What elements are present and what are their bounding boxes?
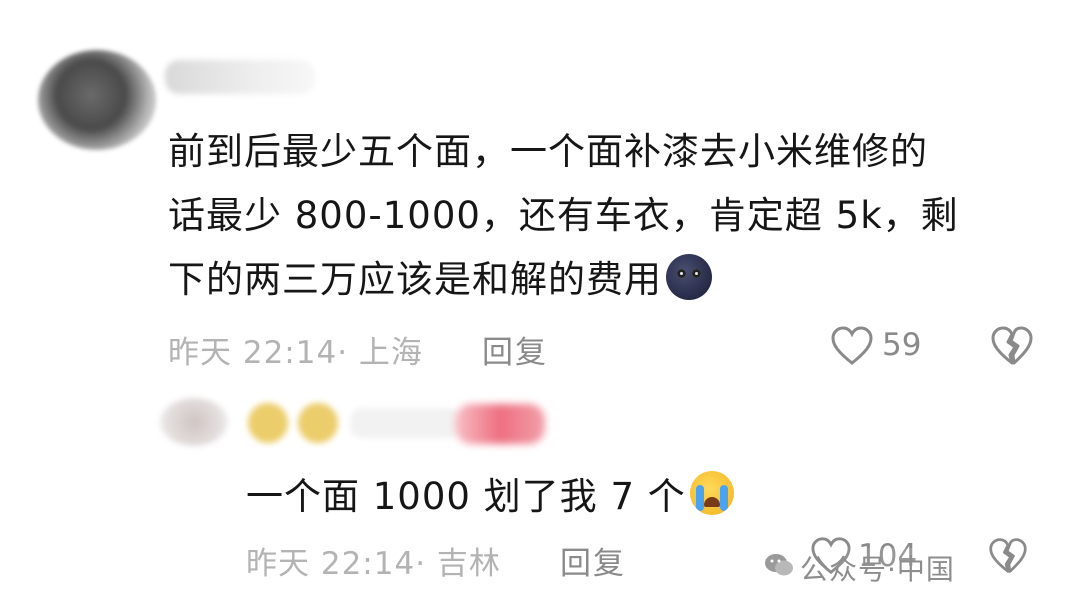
username-blurred[interactable] xyxy=(165,60,315,94)
crying-face-emoji-icon xyxy=(689,471,734,515)
comment-line-text: 下的两三万应该是和解的费用 xyxy=(168,258,662,301)
username-blurred[interactable] xyxy=(243,400,343,446)
comment-line-text: 一个面 1000 划了我 7 个 xyxy=(246,475,686,518)
comment-line: 前到后最少五个面，一个面补漆去小米维修的 xyxy=(168,130,928,173)
comment-line: 话最少 800-1000，还有车衣，肯定超 5k，剩 xyxy=(168,194,959,237)
user-avatar[interactable] xyxy=(38,50,156,150)
reply-comment-text: 一个面 1000 划了我 7 个 xyxy=(246,470,734,524)
watermark-text: 公众号·中国 xyxy=(800,548,955,588)
wechat-logo-icon xyxy=(765,554,793,576)
comment-text: 前到后最少五个面，一个面补漆去小米维修的 话最少 800-1000，还有车衣，肯… xyxy=(168,120,1028,312)
comment-timestamp-location: 昨天 22:14· 上海 xyxy=(168,335,423,371)
username-blurred xyxy=(350,408,460,438)
broken-heart-icon[interactable] xyxy=(988,536,1028,576)
reply-button[interactable]: 回复 xyxy=(560,538,626,583)
reply-user-avatar[interactable] xyxy=(160,398,228,446)
heart-icon[interactable] xyxy=(830,325,874,367)
reply-button[interactable]: 回复 xyxy=(482,327,548,372)
username-blurred xyxy=(455,404,545,444)
comment-timestamp-location: 昨天 22:14· 吉林 xyxy=(246,546,501,582)
comment-line: 下的两三万应该是和解的费用 xyxy=(168,248,1028,312)
broken-heart-icon[interactable] xyxy=(990,325,1034,367)
moon-face-emoji-icon xyxy=(666,254,712,300)
like-count: 59 xyxy=(882,327,922,363)
